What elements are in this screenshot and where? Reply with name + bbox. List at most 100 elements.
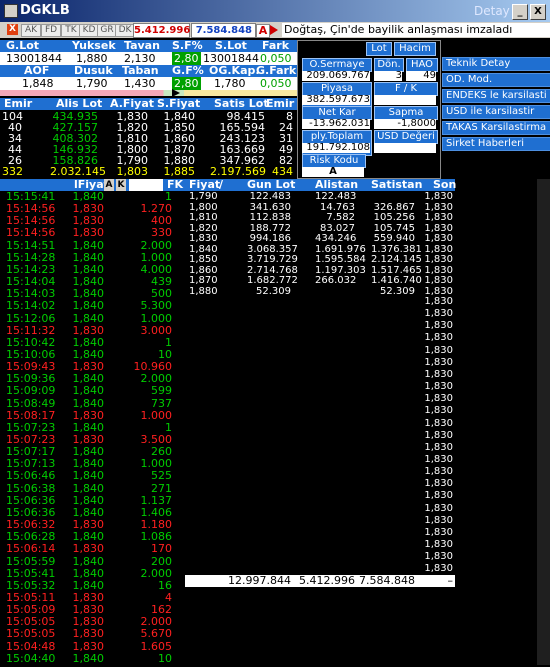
- tick-row[interactable]: 15:12:06 1,840 1.000: [0, 311, 185, 325]
- orderbook-row[interactable]: 1,810 112.838 7.582 105.256 1,830: [185, 212, 455, 223]
- orderbook-table: 1,790 122.483 122.483 1,830 1,800 341.630 14.7…: [185, 191, 455, 575]
- orderbook-row[interactable]: 1,840 3.068.357 1.691.976 1.376.381 1,830: [185, 244, 455, 255]
- son-cell: 1,830: [424, 393, 453, 405]
- endeks-compare-button[interactable]: ENDEKS le karsilasti: [442, 89, 550, 103]
- scrollbar[interactable]: [537, 179, 550, 665]
- tick-row[interactable]: 15:08:17 1,830 1.000: [0, 408, 185, 422]
- range-marker-icon: [172, 89, 180, 97]
- chip-ak[interactable]: AK: [21, 24, 41, 37]
- tick-lot: 200: [151, 554, 172, 568]
- sort-icon[interactable]: ∕: [219, 179, 223, 191]
- tab-a[interactable]: A: [104, 179, 114, 191]
- takas-compare-button[interactable]: TAKAS Karsilastirma: [442, 121, 550, 135]
- orderbook-cell: 188.772: [249, 222, 291, 234]
- lot-button[interactable]: Lot: [366, 42, 392, 56]
- teknik-detay-button[interactable]: Teknik Detay: [442, 57, 550, 71]
- orderbook-row[interactable]: 1,860 2.714.768 1.197.303 1.517.465 1,830: [185, 265, 455, 276]
- orderbook-row[interactable]: 1,880 52.309 52.309 1,830: [185, 286, 455, 297]
- tick-time: 15:14:51: [6, 238, 56, 252]
- header-taban: Taban: [122, 64, 159, 77]
- orderbook-cell: 1,840: [189, 243, 218, 255]
- tick-row[interactable]: 15:05:59 1,840 200: [0, 554, 185, 568]
- tick-row[interactable]: 15:08:49 1,840 737: [0, 397, 185, 410]
- orderbook-cell: 1,830: [424, 233, 453, 244]
- close-icon[interactable]: X: [7, 24, 18, 35]
- header-dusuk: Dusuk: [74, 64, 113, 77]
- tick-row[interactable]: 15:05:41 1,840 2.000: [0, 567, 185, 580]
- tick-price: 1,830: [72, 226, 105, 240]
- tick-price: 1,830: [72, 408, 105, 422]
- orderbook-cell: 1.595.584: [315, 254, 366, 265]
- depth-table: 104 434.935 1,830 1,840 98.415 8 40 427.157 1,82…: [0, 111, 297, 177]
- tick-row[interactable]: 15:14:28 1,840 1.000: [0, 251, 185, 264]
- son-cell: 1,830: [424, 466, 453, 478]
- tick-row[interactable]: 15:06:46 1,840 525: [0, 470, 185, 482]
- tick-time: 15:06:38: [6, 481, 56, 495]
- orderbook-cell: 1,830: [424, 264, 453, 276]
- tick-lot: 1.000: [140, 311, 173, 325]
- tab-k[interactable]: K: [116, 179, 126, 191]
- tick-row[interactable]: 15:14:56 1,830 330: [0, 227, 185, 239]
- son-cell: 1,830: [424, 368, 453, 380]
- window-title: DGKLB: [20, 3, 70, 18]
- od-mod-button[interactable]: OD. Mod.: [442, 73, 550, 87]
- tick-row[interactable]: 15:06:36 1,840 1.137: [0, 494, 185, 507]
- tick-row[interactable]: 15:04:40 1,840 10: [0, 652, 185, 665]
- a-button[interactable]: A: [256, 24, 270, 38]
- orderbook-row[interactable]: 1,790 122.483 122.483 1,830: [185, 191, 455, 202]
- chip-tk[interactable]: TK: [61, 24, 81, 37]
- son-cell: 1,830: [424, 514, 453, 526]
- tick-lot: 525: [151, 469, 172, 483]
- tick-row[interactable]: 15:09:09 1,840 599: [0, 385, 185, 397]
- orderbook-cell: 105.256: [373, 212, 415, 223]
- tick-row[interactable]: 15:05:32 1,840 16: [0, 579, 185, 592]
- close-button[interactable]: X: [530, 4, 546, 20]
- arrow-right-icon[interactable]: [270, 25, 278, 35]
- ticks-header: lFiyat A K FK: [0, 179, 185, 191]
- tick-lot: 271: [151, 481, 172, 495]
- orderbook-row[interactable]: 1,850 3.719.729 1.595.584 2.124.145 1,830: [185, 254, 455, 265]
- orderbook-row[interactable]: 1,830 994.186 434.246 559.940 1,830: [185, 233, 455, 244]
- filter-input[interactable]: [129, 179, 163, 191]
- tick-row[interactable]: 15:06:14 1,830 170: [0, 543, 185, 555]
- news-ticker[interactable]: Doğtaş, Çin'de bayilik anlaşması imzalad…: [282, 23, 550, 37]
- orderbook-row[interactable]: 1,870 1.682.772 266.032 1.416.740 1,830: [185, 275, 455, 286]
- header-emir-buy: Emir: [4, 97, 33, 110]
- orderbook-cell: 1,790: [189, 191, 218, 202]
- tick-row[interactable]: 15:05:05 1,830 5.670: [0, 628, 185, 640]
- orderbook-cell: 1,830: [424, 222, 453, 234]
- minimize-button[interactable]: _: [512, 4, 528, 20]
- chip-kd[interactable]: KD: [79, 24, 99, 37]
- tick-row[interactable]: 15:14:02 1,840 5.300: [0, 300, 185, 312]
- chip-gr[interactable]: GR: [97, 24, 117, 37]
- value-dusuk: 1,790: [76, 77, 108, 90]
- orderbook-cell: 326.867: [373, 201, 415, 213]
- orderbook-row[interactable]: 1,820 188.772 83.027 105.745 1,830: [185, 223, 455, 234]
- tick-time: 15:14:56: [6, 226, 56, 240]
- tick-row[interactable]: 15:04:48 1,830 1.605: [0, 639, 185, 653]
- son-cell: 1,830: [424, 563, 453, 575]
- usd-compare-button[interactable]: USD ile karsilastir: [442, 105, 550, 119]
- tick-row[interactable]: 15:10:42 1,840 1: [0, 335, 185, 349]
- summary1-header: G.Lot Yuksek Tavan S.F% S.Lot Fark: [0, 40, 297, 52]
- son-cell: 1,830: [424, 381, 453, 393]
- chip-dk[interactable]: DK: [115, 24, 135, 37]
- chip-fd[interactable]: FD: [41, 24, 61, 37]
- tick-price: 1,830: [72, 542, 105, 556]
- usd-button[interactable]: USD Değeri: [374, 130, 438, 144]
- total-son: –: [447, 574, 454, 587]
- info-panel: Lot Hacim O.Sermaye 209.069.767 Dön. 3 H…: [297, 40, 441, 179]
- tick-row[interactable]: 15:06:38 1,840 271: [0, 481, 185, 495]
- tick-price: 1,830: [72, 639, 105, 653]
- tick-row[interactable]: 15:14:51 1,840 2.000: [0, 238, 185, 252]
- tick-price: 1,840: [72, 554, 105, 568]
- orderbook-row[interactable]: 1,800 341.630 14.763 326.867 1,830: [185, 202, 455, 213]
- hacim-button[interactable]: Hacim: [394, 42, 436, 56]
- company-news-button[interactable]: Sirket Haberleri: [442, 137, 550, 151]
- orderbook-cell: 1,830: [424, 212, 453, 223]
- tick-lot: 5.670: [140, 627, 173, 641]
- tick-row[interactable]: 15:11:32 1,830 3.000: [0, 324, 185, 337]
- o-sermaye-value: 209.069.767: [302, 71, 370, 81]
- tick-time: 15:10:42: [6, 335, 56, 349]
- orderbook-cell: 14.763: [320, 201, 355, 213]
